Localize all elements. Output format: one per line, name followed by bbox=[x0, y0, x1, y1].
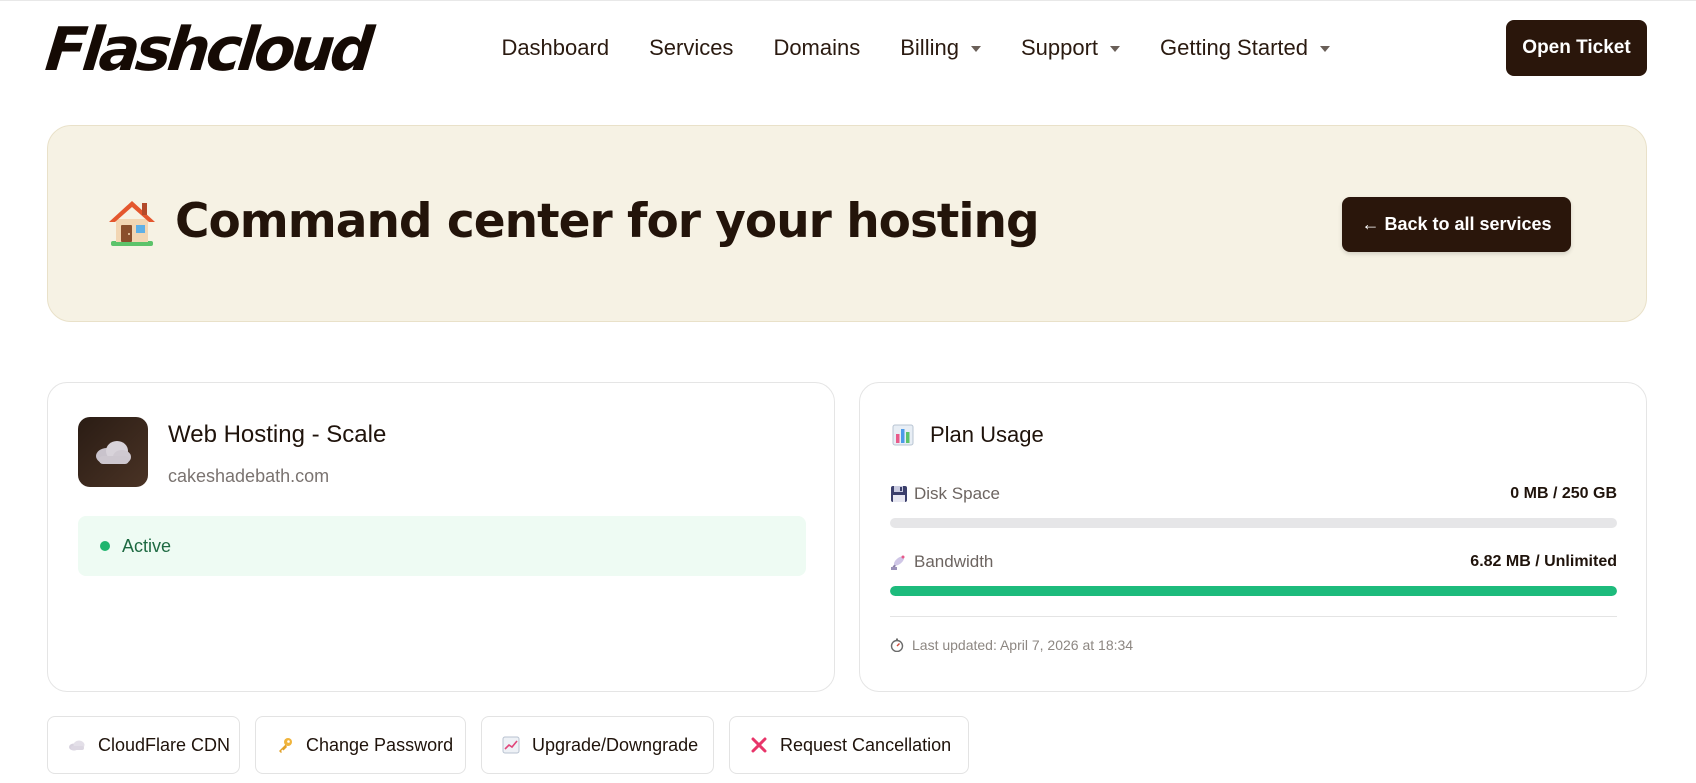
nav-item-billing[interactable]: Billing bbox=[900, 32, 981, 64]
nav-item-getting-started[interactable]: Getting Started bbox=[1160, 32, 1330, 64]
bandwidth-value: 6.82 MB / Unlimited bbox=[1470, 553, 1617, 570]
bandwidth-label-text: Bandwidth bbox=[914, 552, 994, 571]
last-updated-text: Last updated: April 7, 2026 at 18:34 bbox=[912, 637, 1134, 653]
house-icon bbox=[109, 201, 155, 246]
cloud-icon bbox=[69, 740, 85, 751]
change-password-button[interactable]: Change Password bbox=[255, 716, 466, 774]
disk-label: Disk Space bbox=[890, 484, 1000, 504]
main-nav: Dashboard Services Domains Billing Suppo… bbox=[501, 32, 1330, 64]
disk-value: 0 MB / 250 GB bbox=[1510, 485, 1617, 502]
hero-banner: Command center for your hosting ← Back t… bbox=[47, 125, 1647, 322]
nav-item-label: Getting Started bbox=[1160, 35, 1308, 60]
service-domain[interactable]: cakeshadebath.com bbox=[168, 464, 329, 488]
nav-item-label: Services bbox=[649, 35, 734, 60]
cloudflare-cdn-button[interactable]: CloudFlare CDN bbox=[47, 716, 240, 774]
disk-label-text: Disk Space bbox=[914, 484, 1000, 503]
bandwidth-progress-fill bbox=[890, 586, 1617, 596]
nav-item-label: Support bbox=[1020, 35, 1099, 60]
plan-usage-title-text: Plan Usage bbox=[930, 422, 1044, 447]
plan-usage-card: Plan Usage Disk Space 0 MB / 250 GB Band… bbox=[859, 382, 1647, 692]
action-label: Request Cancellation bbox=[780, 734, 952, 755]
usage-divider bbox=[890, 616, 1617, 617]
top-header: Flashcloud Dashboard Services Domains Bi… bbox=[0, 1, 1696, 97]
bandwidth-label: Bandwidth bbox=[890, 552, 993, 572]
bandwidth-progress-bar bbox=[890, 586, 1617, 596]
stopwatch-icon bbox=[890, 638, 904, 652]
status-text: Active bbox=[122, 535, 172, 556]
service-name: Web Hosting - Scale bbox=[168, 421, 387, 448]
disk-usage-row: Disk Space 0 MB / 250 GB bbox=[890, 482, 1617, 506]
caret-down-icon bbox=[1320, 46, 1330, 52]
upgrade-downgrade-button[interactable]: Upgrade/Downgrade bbox=[481, 716, 714, 774]
status-badge: Active bbox=[78, 516, 806, 576]
service-icon bbox=[78, 417, 148, 487]
chart-increasing-icon bbox=[502, 736, 520, 754]
cloud-icon bbox=[96, 441, 131, 464]
nav-item-label: Domains bbox=[773, 35, 861, 60]
plan-usage-title: Plan Usage bbox=[892, 419, 1044, 451]
nav-item-label: Billing bbox=[900, 35, 959, 60]
floppy-disk-icon bbox=[891, 486, 907, 502]
action-label: CloudFlare CDN bbox=[98, 734, 231, 755]
action-label: Change Password bbox=[306, 734, 454, 755]
bandwidth-usage-row: Bandwidth 6.82 MB / Unlimited bbox=[890, 550, 1617, 574]
satellite-icon bbox=[891, 555, 905, 570]
last-updated: Last updated: April 7, 2026 at 18:34 bbox=[890, 637, 1133, 653]
service-card: Web Hosting - Scale cakeshadebath.com Ac… bbox=[47, 382, 835, 692]
status-dot-icon bbox=[100, 541, 110, 551]
nav-item-label: Dashboard bbox=[501, 35, 610, 60]
caret-down-icon bbox=[1110, 46, 1121, 52]
key-icon bbox=[279, 738, 292, 753]
nav-item-services[interactable]: Services bbox=[649, 32, 733, 64]
page-title: Command center for your hosting bbox=[105, 192, 1040, 252]
nav-item-support[interactable]: Support bbox=[1020, 32, 1121, 64]
request-cancellation-button[interactable]: Request Cancellation bbox=[729, 716, 969, 774]
disk-progress-bar bbox=[890, 518, 1617, 528]
hero-title-text: Command center for your hosting bbox=[175, 194, 1040, 249]
action-label: Upgrade/Downgrade bbox=[532, 734, 699, 755]
nav-item-domains[interactable]: Domains bbox=[773, 32, 860, 64]
open-ticket-button[interactable]: Open Ticket bbox=[1506, 20, 1647, 76]
bar-chart-icon bbox=[892, 424, 914, 446]
nav-item-dashboard[interactable]: Dashboard bbox=[501, 32, 609, 64]
brand-logo[interactable]: Flashcloud bbox=[42, 15, 373, 85]
caret-down-icon bbox=[970, 46, 981, 52]
back-to-services-button[interactable]: ← Back to all services bbox=[1342, 197, 1571, 252]
cross-mark-icon bbox=[751, 737, 767, 753]
